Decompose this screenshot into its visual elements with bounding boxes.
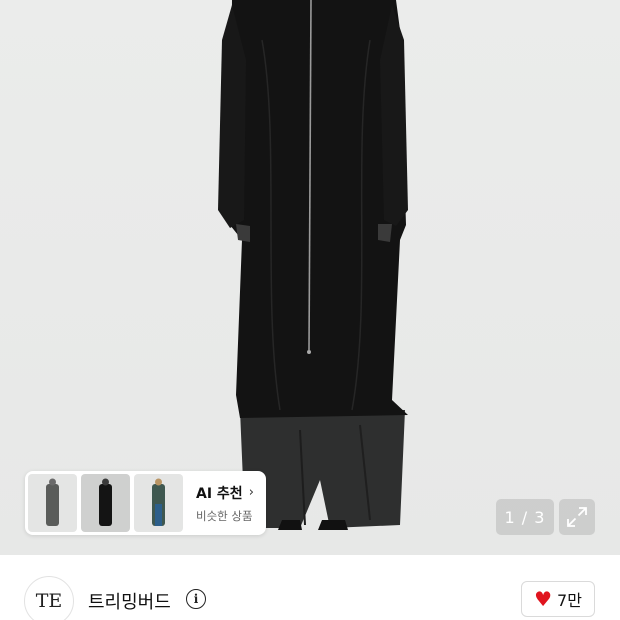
image-counter: 1 / 3: [496, 499, 554, 535]
ai-recommend-subtitle: 비슷한 상품: [196, 508, 253, 523]
expand-button[interactable]: [559, 499, 595, 535]
brand-row: TE 트리밍버드 i ♥ 7만: [0, 555, 620, 620]
product-page: AI 추천 › 비슷한 상품 1 / 3 TE 트리밍버드 i ♥ 7만: [0, 0, 620, 620]
thumbnail-green-coat[interactable]: [134, 474, 183, 532]
thumbnail-black-coat[interactable]: [81, 474, 130, 532]
brand-logo[interactable]: TE: [24, 576, 74, 620]
like-count: 7만: [557, 591, 582, 610]
ai-recommend-title-label: AI 추천: [196, 485, 243, 502]
like-button[interactable]: ♥ 7만: [521, 581, 595, 617]
info-icon[interactable]: i: [186, 589, 206, 609]
chevron-right-icon: ›: [248, 485, 254, 500]
brand-name[interactable]: 트리밍버드: [88, 588, 171, 614]
ai-recommend-card[interactable]: AI 추천 › 비슷한 상품: [25, 471, 266, 535]
expand-icon: [567, 507, 587, 527]
ai-recommend-text: AI 추천 › 비슷한 상품: [196, 483, 254, 524]
thumbnail-grey-coat[interactable]: [28, 474, 77, 532]
ai-recommend-title: AI 추천 ›: [196, 483, 254, 503]
heart-icon: ♥: [534, 587, 553, 611]
